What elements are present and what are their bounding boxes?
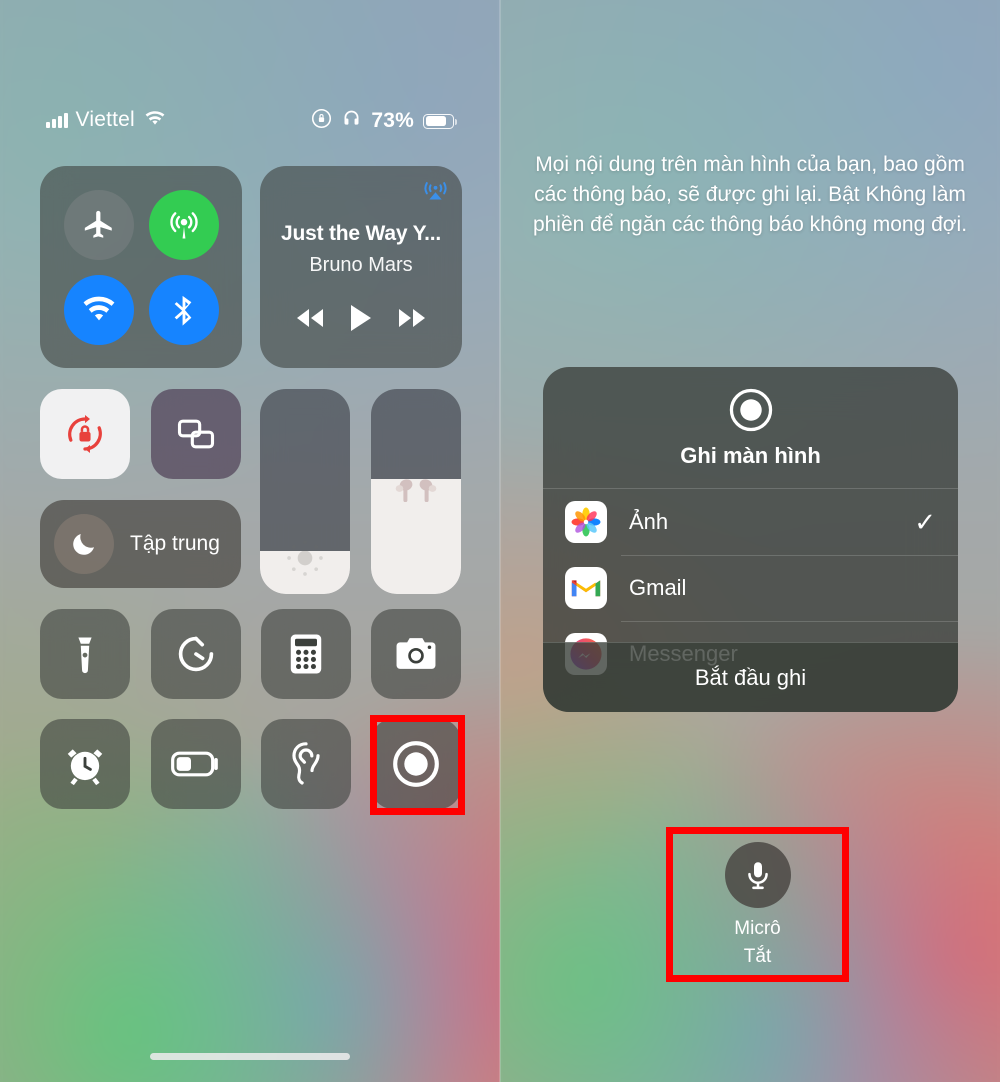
focus-button[interactable]: Tập trung <box>40 500 241 588</box>
screen-record-icon <box>728 387 774 433</box>
start-recording-label: Bắt đầu ghi <box>694 664 807 690</box>
now-playing-artist: Bruno Mars <box>309 254 413 276</box>
battery-percent-label: 73% <box>371 109 414 132</box>
dialog-title: Ghi màn hình <box>680 443 821 468</box>
dialog-row-gmail[interactable]: Gmail <box>543 555 958 621</box>
highlight-box-microphone <box>666 827 849 982</box>
hearing-button[interactable] <box>261 719 351 809</box>
now-playing-title: Just the Way Y... <box>281 222 441 245</box>
play-icon[interactable] <box>348 303 374 338</box>
dialog-row-label: Ảnh <box>629 509 669 534</box>
dialog-row-label: Gmail <box>629 575 687 600</box>
brightness-slider[interactable] <box>260 389 350 594</box>
screen-recording-description: Mọi nội dung trên màn hình của bạn, bao … <box>532 153 968 236</box>
start-recording-button[interactable]: Bắt đầu ghi <box>543 642 958 712</box>
connectivity-group <box>40 166 242 368</box>
battery-icon <box>423 113 457 129</box>
checkmark-icon: ✓ <box>914 506 936 537</box>
cellular-bars-icon <box>46 112 68 128</box>
status-bar: Viettel 73% <box>0 108 500 142</box>
alarm-button[interactable] <box>40 719 130 809</box>
now-playing-widget[interactable]: Just the Way Y... Bruno Mars <box>260 166 462 368</box>
home-indicator <box>150 1053 350 1060</box>
headphones-icon <box>341 108 362 134</box>
left-screenshot-panel: Viettel 73% Just the Way Y... Bruno Mars… <box>0 0 500 1082</box>
brightness-icon <box>260 536 350 580</box>
rotation-lock-indicator-icon <box>311 108 332 134</box>
rewind-icon[interactable] <box>293 305 327 336</box>
gmail-app-icon <box>565 567 607 609</box>
screen-recording-dialog: Ghi màn hình Ảnh ✓ Gmail Bắt đầu ghi <box>543 367 958 712</box>
camera-button[interactable] <box>371 609 461 699</box>
rotation-lock-button[interactable] <box>40 389 130 479</box>
screen-mirroring-button[interactable] <box>151 389 241 479</box>
airpods-icon <box>371 472 461 512</box>
carrier-label: Viettel <box>75 108 135 131</box>
panel-divider <box>499 0 501 1082</box>
volume-slider[interactable] <box>371 389 461 594</box>
flashlight-button[interactable] <box>40 609 130 699</box>
highlight-box-screen-recording <box>370 715 465 815</box>
screenshot-root: Viettel 73% Just the Way Y... Bruno Mars… <box>0 0 1000 1082</box>
wifi-icon <box>143 109 167 132</box>
bluetooth-button[interactable] <box>148 274 219 345</box>
timer-button[interactable] <box>151 609 241 699</box>
focus-label: Tập trung <box>130 532 220 555</box>
calculator-button[interactable] <box>261 609 351 699</box>
dialog-row-photos[interactable]: Ảnh ✓ <box>543 489 958 555</box>
fast-forward-icon[interactable] <box>395 305 429 336</box>
airplay-audio-icon[interactable] <box>422 177 449 204</box>
photos-app-icon <box>565 501 607 543</box>
airplane-mode-button[interactable] <box>63 189 134 260</box>
wifi-button[interactable] <box>63 274 134 345</box>
cellular-data-button[interactable] <box>148 189 219 260</box>
moon-icon <box>54 514 114 574</box>
dialog-header: Ghi màn hình <box>543 367 958 489</box>
low-power-mode-button[interactable] <box>151 719 241 809</box>
